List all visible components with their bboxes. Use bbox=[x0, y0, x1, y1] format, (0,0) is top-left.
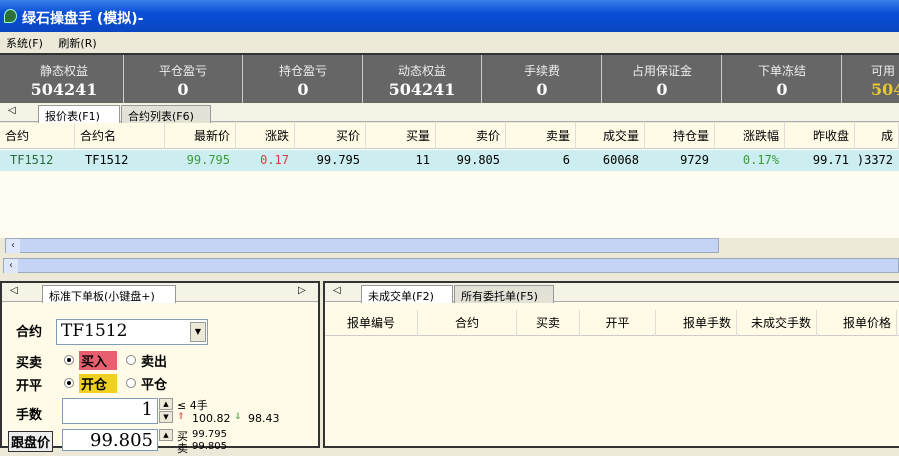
offset-label: 开平 bbox=[16, 379, 43, 394]
contract-label: 合约 bbox=[16, 325, 43, 340]
column-header[interactable]: 未成交手数 bbox=[737, 310, 817, 336]
chevron-down-icon[interactable]: ▼ bbox=[190, 322, 206, 342]
tab-standard-order[interactable]: 标准下单板(小键盘+) bbox=[42, 285, 176, 303]
column-header[interactable]: 开平 bbox=[580, 310, 656, 336]
table-cell: TF1512 bbox=[85, 153, 129, 167]
sell-label[interactable]: 卖出 bbox=[141, 351, 167, 370]
stat-frozen: 下单冻结 0 bbox=[723, 55, 842, 105]
menu-refresh[interactable]: 刷新(R) bbox=[58, 37, 96, 50]
app-logo-icon bbox=[4, 9, 17, 23]
open-radio[interactable] bbox=[64, 378, 74, 388]
tab-quotes[interactable]: 报价表(F1) bbox=[38, 105, 120, 123]
order-panel-tabs: ◁ 标准下单板(小键盘+) ▷ bbox=[2, 283, 318, 303]
table-cell: 11 bbox=[415, 153, 430, 167]
menu-system[interactable]: 系统(F) bbox=[6, 37, 43, 50]
column-header[interactable]: 买价 bbox=[295, 123, 366, 149]
column-header[interactable]: 卖价 bbox=[436, 123, 506, 149]
side-label: 买卖 bbox=[16, 356, 43, 371]
max-qty: ≤ 4手 bbox=[177, 399, 208, 412]
open-label[interactable]: 开仓 bbox=[79, 374, 117, 393]
horizontal-scrollbar-2[interactable]: ‹ bbox=[3, 258, 899, 273]
qty-input[interactable]: 1 bbox=[62, 398, 158, 424]
stat-close-pnl: 平仓盈亏 0 bbox=[124, 55, 243, 105]
column-header[interactable]: 报单价格 bbox=[817, 310, 897, 336]
quote-table-header: 合约 合约名 最新价 涨跌 买价 买量 卖价 卖量 成交量 持仓量 涨跌幅 昨收盘成 bbox=[0, 123, 899, 149]
qty-down-icon[interactable]: ▼ bbox=[159, 411, 173, 423]
column-header[interactable]: 成交量 bbox=[576, 123, 645, 149]
stat-margin: 占用保证金 0 bbox=[603, 55, 722, 105]
tab-scroll-left-icon[interactable]: ◁ bbox=[10, 285, 18, 296]
table-cell: 99.795 bbox=[186, 153, 230, 167]
qty-up-icon[interactable]: ▲ bbox=[159, 398, 173, 410]
tab-scroll-right-icon[interactable]: ▷ bbox=[298, 285, 306, 296]
column-header[interactable]: 报单编号 bbox=[325, 310, 418, 336]
stat-available: 可用 504 bbox=[871, 64, 899, 99]
limit-up-icon: ⇑ bbox=[177, 412, 185, 422]
column-header[interactable]: 合约名 bbox=[75, 123, 165, 149]
quote-tabs: ◁ 报价表(F1) 合约列表(F6) bbox=[0, 103, 899, 123]
price-mode-button[interactable]: 跟盘价 bbox=[8, 431, 54, 452]
stat-fee: 手续费 0 bbox=[483, 55, 602, 105]
column-header[interactable]: 买卖 bbox=[517, 310, 580, 336]
ask-label: 卖 bbox=[177, 442, 188, 455]
column-header[interactable]: 合约 bbox=[0, 123, 75, 149]
table-cell: 60068 bbox=[602, 153, 639, 167]
contract-select[interactable]: TF1512 ▼ bbox=[56, 319, 208, 345]
horizontal-scrollbar[interactable]: ‹ bbox=[5, 238, 719, 253]
column-header[interactable]: 合约 bbox=[418, 310, 517, 336]
table-cell: 99.805 bbox=[456, 153, 500, 167]
window-title: 绿石操盘手 (模拟)- bbox=[22, 11, 144, 27]
buy-label[interactable]: 买入 bbox=[79, 351, 117, 370]
menu-bar: 系统(F) 刷新(R) bbox=[0, 32, 899, 52]
table-cell: 9729 bbox=[680, 153, 709, 167]
scroll-left-icon[interactable]: ‹ bbox=[6, 239, 20, 253]
column-header[interactable]: 成 bbox=[855, 123, 899, 149]
orders-table-header: 报单编号 合约 买卖 开平 报单手数 未成交手数 报单价格 bbox=[325, 310, 899, 336]
title-bar: 绿石操盘手 (模拟)- bbox=[0, 0, 899, 32]
sell-radio[interactable] bbox=[126, 355, 136, 365]
table-cell: 6 bbox=[562, 153, 570, 167]
column-header[interactable]: 持仓量 bbox=[645, 123, 715, 149]
tab-all-orders[interactable]: 所有委托单(F5) bbox=[454, 285, 554, 303]
column-header[interactable]: 报单手数 bbox=[656, 310, 737, 336]
bid-price: 99.795 bbox=[192, 429, 227, 440]
tab-scroll-left-icon[interactable]: ◁ bbox=[333, 285, 341, 296]
table-cell: )3372 bbox=[856, 153, 893, 167]
buy-radio[interactable] bbox=[64, 355, 74, 365]
limit-down-price: 98.43 bbox=[248, 412, 280, 425]
column-header[interactable]: 最新价 bbox=[165, 123, 236, 149]
limit-down-icon: ⇓ bbox=[234, 412, 242, 422]
close-radio[interactable] bbox=[126, 378, 136, 388]
table-cell: 99.71 bbox=[812, 153, 849, 167]
tab-contracts[interactable]: 合约列表(F6) bbox=[121, 105, 211, 123]
scroll-left-icon[interactable]: ‹ bbox=[4, 259, 18, 273]
limit-up-price: 100.82 bbox=[192, 412, 231, 425]
ask-price: 99.805 bbox=[192, 441, 227, 452]
column-header[interactable]: 卖量 bbox=[506, 123, 576, 149]
orders-tabs: ◁ 未成交单(F2) 所有委托单(F5) bbox=[325, 283, 899, 303]
orders-panel: ◁ 未成交单(F2) 所有委托单(F5) 报单编号 合约 买卖 开平 报单手数 未成交手数… bbox=[323, 281, 899, 448]
table-cell: 99.795 bbox=[316, 153, 360, 167]
column-header[interactable]: 买量 bbox=[366, 123, 436, 149]
price-up-icon[interactable]: ▲ bbox=[159, 429, 173, 441]
qty-label: 手数 bbox=[16, 408, 43, 423]
tab-scroll-left-icon[interactable]: ◁ bbox=[8, 105, 16, 116]
close-label[interactable]: 平仓 bbox=[141, 374, 167, 393]
quote-table: 合约 合约名 最新价 涨跌 买价 买量 卖价 卖量 成交量 持仓量 涨跌幅 昨收盘成 bbox=[0, 123, 899, 238]
column-header[interactable]: 昨收盘 bbox=[785, 123, 855, 149]
stat-static-equity: 静态权益 504241 bbox=[5, 55, 124, 105]
order-entry-panel: ◁ 标准下单板(小键盘+) ▷ 合约 TF1512 ▼ 买卖 买入 卖出 开平 … bbox=[0, 281, 320, 455]
tab-pending-orders[interactable]: 未成交单(F2) bbox=[361, 285, 453, 303]
table-cell: 0.17% bbox=[742, 153, 779, 167]
stat-dynamic-equity: 动态权益 504241 bbox=[363, 55, 482, 105]
table-row[interactable]: TF1512 TF1512 99.795 0.17 99.795 11 99.805 6 600… bbox=[0, 150, 899, 171]
account-stats: 静态权益 504241 平仓盈亏 0 持仓盈亏 0 动态权益 504241 手续费 0 占… bbox=[0, 53, 899, 105]
column-header[interactable]: 涨跌幅 bbox=[715, 123, 785, 149]
stat-position-pnl: 持仓盈亏 0 bbox=[244, 55, 363, 105]
table-cell: 0.17 bbox=[260, 153, 289, 167]
column-header[interactable]: 涨跌 bbox=[236, 123, 295, 149]
table-cell: TF1512 bbox=[10, 153, 54, 167]
